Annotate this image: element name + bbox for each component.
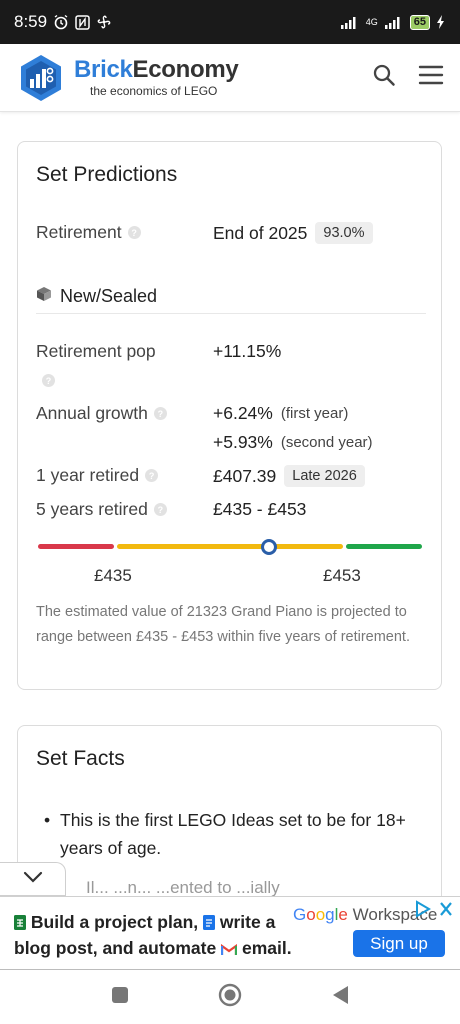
retirement-confidence-badge: 93.0% bbox=[315, 222, 373, 244]
five-year-value: £435 - £453 bbox=[213, 499, 307, 519]
network-type: 4G bbox=[365, 17, 378, 27]
status-bar: 8:59 4G 65 bbox=[0, 0, 460, 44]
brickeconomy-logo-icon[interactable] bbox=[16, 53, 66, 103]
range-marker bbox=[261, 539, 277, 555]
help-icon[interactable]: ? bbox=[153, 503, 167, 516]
range-bar-low bbox=[38, 544, 114, 549]
set-predictions-title: Set Predictions bbox=[36, 163, 178, 186]
system-nav-bar bbox=[0, 970, 460, 1024]
recent-apps-icon[interactable] bbox=[110, 985, 130, 1010]
box-icon bbox=[36, 286, 52, 307]
prediction-description: The estimated value of 21323 Grand Piano… bbox=[36, 604, 410, 645]
range-high-label: £453 bbox=[323, 566, 361, 585]
site-header: BrickEconomy the economics of LEGO bbox=[0, 44, 460, 112]
five-year-label: 5 years retired bbox=[36, 499, 148, 519]
charging-icon bbox=[436, 15, 446, 29]
home-icon[interactable] bbox=[218, 983, 242, 1012]
growth-first-value: +6.24% bbox=[213, 403, 273, 423]
signal-icon-2 bbox=[384, 15, 404, 29]
ad-text: Build a project plan, write a blog post,… bbox=[14, 910, 294, 962]
one-year-date-badge: Late 2026 bbox=[284, 465, 365, 487]
growth-second-note: (second year) bbox=[280, 434, 373, 451]
condition-heading: New/Sealed bbox=[36, 286, 426, 314]
retirement-value: End of 2025 bbox=[213, 222, 308, 243]
growth-first-note: (first year) bbox=[280, 405, 349, 422]
growth-second-value: +5.93% bbox=[213, 432, 273, 452]
nfc-icon bbox=[75, 14, 90, 30]
chevron-down-icon bbox=[23, 870, 43, 888]
set-predictions-card: Set Predictions Retirement? End of 2025 9… bbox=[17, 141, 442, 690]
collapse-ad-button[interactable] bbox=[0, 862, 66, 896]
brand-name: BrickEconomy bbox=[74, 55, 239, 83]
ad-choices-icon[interactable] bbox=[414, 900, 454, 923]
help-icon[interactable]: ? bbox=[145, 469, 159, 482]
annual-growth-label: Annual growth bbox=[36, 403, 148, 423]
help-icon[interactable]: ? bbox=[153, 407, 167, 420]
range-bar-mid bbox=[117, 544, 343, 549]
fact-item: This is the first LEGO Ideas set to be f… bbox=[44, 806, 414, 862]
ad-signup-button[interactable]: Sign up bbox=[353, 930, 445, 957]
alarm-icon bbox=[53, 14, 69, 30]
fan-icon bbox=[96, 14, 112, 30]
docs-icon bbox=[203, 912, 215, 936]
back-icon[interactable] bbox=[330, 984, 350, 1011]
condition-label: New/Sealed bbox=[60, 286, 158, 306]
help-icon[interactable]: ? bbox=[42, 374, 55, 387]
set-facts-title: Set Facts bbox=[36, 747, 125, 770]
range-bar-high bbox=[346, 544, 422, 549]
sheets-icon bbox=[14, 912, 26, 936]
search-icon[interactable] bbox=[372, 63, 396, 92]
gmail-icon bbox=[221, 938, 238, 962]
retirement-pop-value: +11.15% bbox=[213, 341, 282, 361]
signal-icon bbox=[340, 15, 360, 29]
battery-indicator: 65 bbox=[409, 14, 430, 30]
clock: 8:59 bbox=[14, 12, 48, 31]
one-year-value: £407.39 bbox=[213, 465, 277, 486]
range-low-label: £435 bbox=[94, 566, 132, 585]
brand-tagline: the economics of LEGO bbox=[90, 83, 218, 98]
brand-logo-text[interactable]: BrickEconomy the economics of LEGO bbox=[74, 55, 239, 98]
one-year-label: 1 year retired bbox=[36, 465, 140, 485]
help-icon[interactable]: ? bbox=[127, 226, 141, 239]
set-facts-card: Set Facts This is the first LEGO Ideas s… bbox=[17, 725, 442, 925]
fact-item-partial: Il... ...n... ...ented to ...ially bbox=[86, 878, 280, 897]
retirement-pop-label: Retirement pop bbox=[36, 341, 156, 361]
retirement-label: Retirement bbox=[36, 222, 122, 242]
menu-icon[interactable] bbox=[418, 64, 444, 91]
